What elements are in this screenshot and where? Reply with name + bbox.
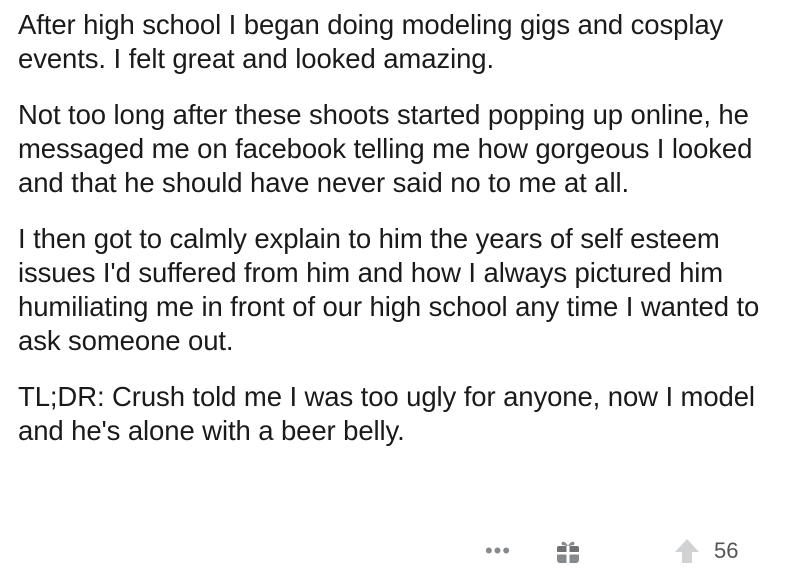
vote-score: 56 [714,538,739,563]
award-button[interactable] [554,537,582,565]
comment-paragraph: Not too long after these shoots started … [18,99,753,198]
more-options-button[interactable]: ••• [478,533,518,569]
upvote-control[interactable]: 56 [672,533,738,569]
comment-paragraph: After high school I began doing modeling… [18,9,724,74]
comment-paragraph: I then got to calmly explain to him the … [18,223,760,356]
comment-action-bar: ••• 56 [0,533,800,573]
gift-icon [557,541,579,563]
comment-body: After high school I began doing modeling… [18,8,778,448]
comment-paragraph: TL;DR: Crush told me I was too ugly for … [18,381,755,446]
upvote-arrow-icon[interactable] [672,536,702,566]
